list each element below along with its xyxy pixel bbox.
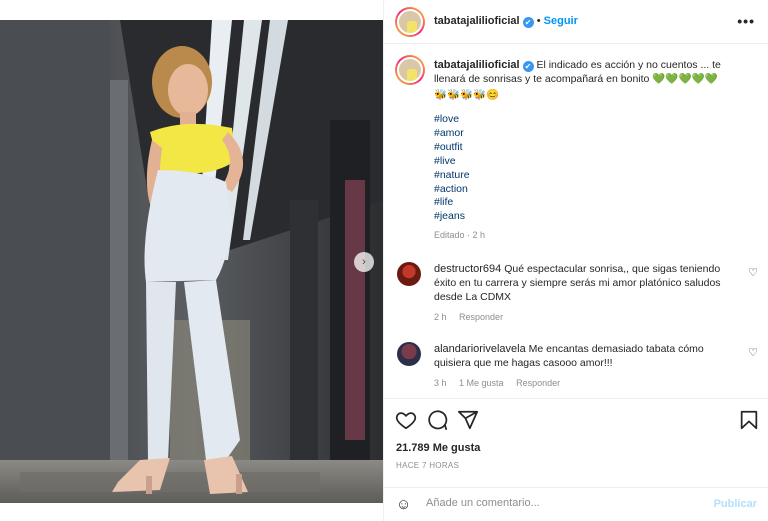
share-icon[interactable] [457, 409, 479, 431]
comment-time: 2 h [434, 312, 447, 322]
photo-bottom-margin [0, 503, 383, 521]
chevron-right-icon: › [362, 256, 366, 268]
more-options-icon[interactable]: ••• [737, 13, 755, 29]
publish-button[interactable]: Publicar [714, 498, 757, 510]
photo-top-margin [0, 0, 383, 20]
comment-icon[interactable] [426, 409, 448, 431]
bookmark-icon[interactable] [738, 409, 760, 431]
caption-avatar[interactable] [395, 55, 425, 85]
comment-time: 3 h [434, 378, 447, 388]
edited-timestamp: Editado · 2 h [434, 230, 486, 241]
hashtag[interactable]: #live [434, 155, 754, 169]
post-header: tabatajalilioficial ✔ • Seguir ••• [384, 0, 768, 44]
header-username[interactable]: tabatajalilioficial [434, 15, 520, 27]
comment-like-icon[interactable]: ♡ [748, 266, 758, 279]
comment-username[interactable]: destructor694 [434, 263, 501, 275]
add-comment-bar: ☺ Publicar [384, 487, 768, 521]
post-timestamp: HACE 7 HORAS [396, 461, 460, 470]
caption-emoji-line: 🐝🐝🐝🐝😊 [434, 89, 500, 101]
verified-icon: ✔ [522, 17, 534, 28]
hashtag[interactable]: #jeans [434, 210, 754, 224]
hashtag[interactable]: #life [434, 196, 754, 210]
caption-username[interactable]: tabatajalilioficial [434, 59, 520, 71]
photo-scene [0, 20, 383, 503]
avatar[interactable] [395, 7, 425, 37]
hashtag[interactable]: #action [434, 183, 754, 197]
reply-button[interactable]: Responder [516, 378, 560, 388]
separator-dot: • [536, 15, 541, 27]
comment-avatar[interactable] [397, 262, 421, 286]
post-sidebar: tabatajalilioficial ✔ • Seguir ••• tabat… [383, 0, 768, 521]
comment-meta: 2 h Responder [434, 310, 734, 324]
comment-meta: 3 h 1 Me gusta Responder [434, 376, 734, 390]
emoji-icon[interactable]: ☺ [396, 496, 411, 513]
post-photo: › [0, 0, 383, 521]
hashtag[interactable]: #outfit [434, 141, 754, 155]
comment: destructor694 Qué espectacular sonrisa,,… [434, 262, 734, 324]
comment-avatar[interactable] [397, 342, 421, 366]
heart-icon[interactable] [395, 409, 417, 431]
follow-button[interactable]: Seguir [544, 15, 578, 27]
caption: tabatajalilioficial ✔ El indicado es acc… [434, 58, 754, 242]
hashtag[interactable]: #nature [434, 169, 754, 183]
hashtag[interactable]: #amor [434, 127, 754, 141]
verified-icon: ✔ [522, 61, 534, 72]
hashtag-list: #love #amor #outfit #live #nature #actio… [434, 113, 754, 224]
hashtag[interactable]: #love [434, 113, 754, 127]
next-photo-button[interactable]: › [354, 252, 374, 272]
likes-count[interactable]: 21.789 Me gusta [396, 442, 480, 454]
comment-username[interactable]: alandariorivelavela [434, 343, 526, 355]
comment-like-icon[interactable]: ♡ [748, 346, 758, 359]
comment-input[interactable] [426, 497, 686, 509]
comment-likes[interactable]: 1 Me gusta [459, 378, 504, 388]
comment: alandariorivelavela Me encantas demasiad… [434, 342, 734, 390]
header-user-line: tabatajalilioficial ✔ • Seguir [434, 15, 578, 28]
reply-button[interactable]: Responder [459, 312, 503, 322]
